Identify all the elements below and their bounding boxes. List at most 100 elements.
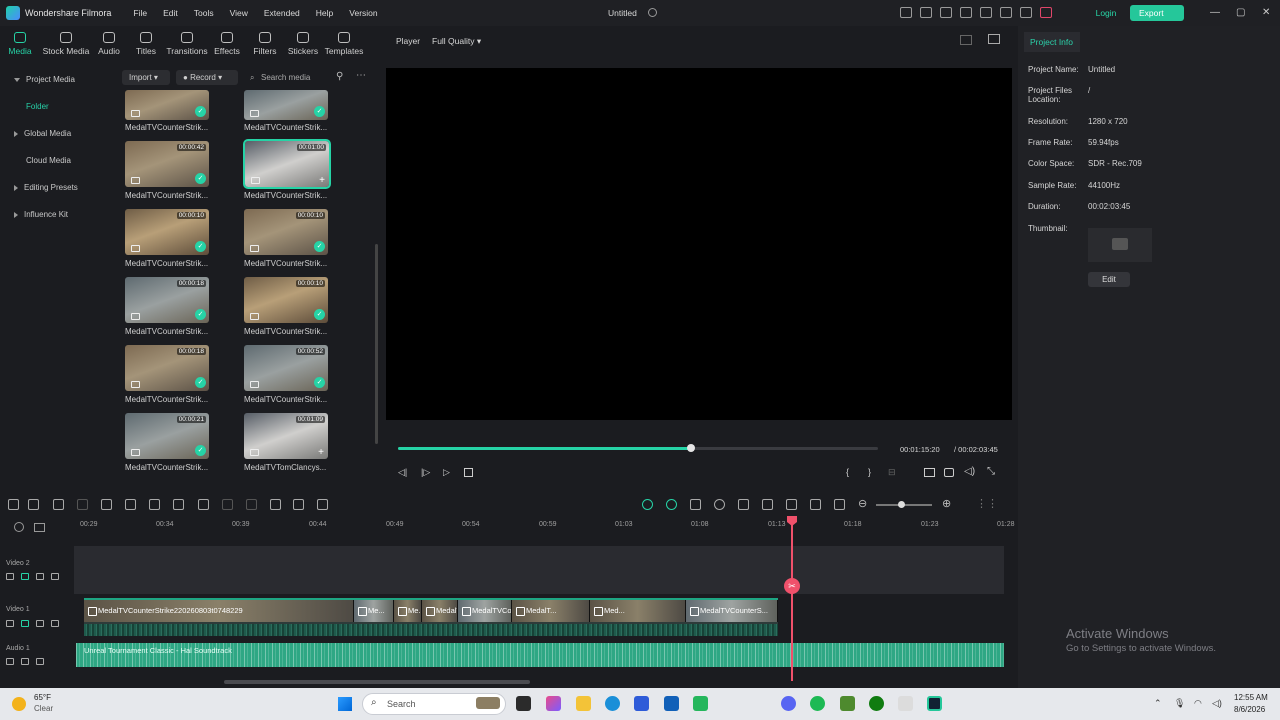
sidebar-item-cloud-media[interactable]: Cloud Media xyxy=(0,151,104,178)
tab-templates[interactable]: Templates xyxy=(322,26,366,66)
menu-extended[interactable]: Extended xyxy=(264,8,300,18)
timeline-clip[interactable]: MedalTVCoun... xyxy=(458,600,512,622)
tab-media[interactable]: Media xyxy=(0,26,40,66)
timeline-scrollbar[interactable] xyxy=(224,680,530,684)
weather-icon[interactable] xyxy=(12,697,26,711)
media-thumbnail[interactable]: 00:00:10 ✓ xyxy=(244,277,328,323)
ai-icon[interactable] xyxy=(270,499,281,510)
more-tools-icon[interactable] xyxy=(317,499,328,510)
sidebar-item-folder[interactable]: Folder xyxy=(0,97,104,124)
add-icon[interactable]: + xyxy=(318,447,324,458)
speaker-icon[interactable]: ◁) xyxy=(1212,698,1222,709)
camera-icon[interactable] xyxy=(944,468,954,477)
menu-view[interactable]: View xyxy=(230,8,248,18)
add-icon[interactable]: + xyxy=(319,175,325,186)
mute-icon[interactable] xyxy=(36,658,44,665)
delete-icon[interactable] xyxy=(101,499,112,510)
eye-icon[interactable] xyxy=(36,573,44,580)
folder-icon[interactable] xyxy=(6,573,14,580)
media-thumbnail[interactable]: ✓ xyxy=(125,90,209,120)
undo-icon[interactable] xyxy=(53,499,64,510)
eye-icon[interactable] xyxy=(36,620,44,627)
caption-icon[interactable] xyxy=(834,499,845,510)
mic-icon[interactable] xyxy=(762,499,773,510)
wifi-icon[interactable]: ◠ xyxy=(1194,698,1202,709)
tab-effects[interactable]: Effects xyxy=(208,26,246,66)
scissors-icon[interactable]: ✂ xyxy=(784,578,800,594)
discord-icon[interactable] xyxy=(781,696,796,711)
stop-icon[interactable] xyxy=(464,468,473,477)
insert-icon[interactable]: ⊟ xyxy=(888,467,896,478)
fullscreen-icon[interactable]: ⤡ xyxy=(987,466,995,477)
media-thumbnail[interactable]: 00:01:00 + xyxy=(243,139,331,189)
tab-audio[interactable]: Audio xyxy=(92,26,126,66)
store-icon[interactable] xyxy=(634,696,649,711)
zoom-in-icon[interactable]: ⊕ xyxy=(942,497,951,510)
add-track-icon[interactable] xyxy=(34,523,45,532)
sidebar-item-influence-kit[interactable]: Influence Kit xyxy=(0,205,104,232)
menu-tools[interactable]: Tools xyxy=(194,8,214,18)
maximize-icon[interactable]: ▢ xyxy=(1236,7,1245,18)
auto-ripple-icon[interactable] xyxy=(642,499,653,510)
grid-view-icon[interactable]: ⋮⋮ xyxy=(976,497,998,510)
folder-icon[interactable] xyxy=(6,620,14,627)
menu-edit[interactable]: Edit xyxy=(163,8,178,18)
display-icon[interactable] xyxy=(924,468,935,477)
progress-knob[interactable] xyxy=(686,444,695,452)
minecraft-icon[interactable] xyxy=(840,696,855,711)
tab-titles[interactable]: Titles xyxy=(126,26,166,66)
media-thumbnail[interactable]: ✓ xyxy=(244,90,328,120)
search-media-input[interactable]: Search media xyxy=(247,71,327,85)
media-thumbnail[interactable]: 00:00:21 ✓ xyxy=(125,413,209,459)
play-icon[interactable]: ▷ xyxy=(443,467,450,478)
start-icon[interactable] xyxy=(338,697,352,711)
cloud-icon[interactable] xyxy=(980,7,992,18)
app-icon[interactable] xyxy=(693,696,708,711)
zoom-out-icon[interactable]: ⊖ xyxy=(858,497,867,510)
sidebar-item-project-media[interactable]: Project Media xyxy=(0,70,104,97)
split-icon[interactable] xyxy=(125,499,136,510)
video-2-track[interactable] xyxy=(74,546,1004,594)
video-1-track[interactable]: MedalTVCounterStrike220260803t0748229 Me… xyxy=(84,598,778,636)
timeline-clip[interactable]: MedalT... xyxy=(512,600,590,622)
media-thumbnail[interactable]: 00:00:18 ✓ xyxy=(125,277,209,323)
save-icon[interactable] xyxy=(960,7,972,18)
export-button[interactable]: Export xyxy=(1130,5,1184,21)
select-tool-icon[interactable] xyxy=(28,499,39,510)
audio-clip[interactable]: Unreal Tournament Classic - Hal Soundtra… xyxy=(76,643,1004,667)
media-thumbnail[interactable]: 00:00:52 ✓ xyxy=(244,345,328,391)
chevron-up-icon[interactable]: ⌃ xyxy=(1154,698,1162,709)
spotify-icon[interactable] xyxy=(810,696,825,711)
login-button[interactable]: Login xyxy=(1090,5,1122,21)
shield-icon[interactable] xyxy=(738,499,749,510)
folder-icon[interactable] xyxy=(6,658,14,665)
mute-icon[interactable] xyxy=(51,620,59,627)
mixer-icon[interactable] xyxy=(786,499,797,510)
mute-icon[interactable] xyxy=(51,573,59,580)
video-preview[interactable] xyxy=(386,68,1012,420)
media-scrollbar[interactable] xyxy=(375,244,378,444)
support-icon[interactable] xyxy=(1000,7,1012,18)
edit-thumbnail-button[interactable]: Edit xyxy=(1088,272,1130,287)
menu-file[interactable]: File xyxy=(133,8,147,18)
snap-icon[interactable] xyxy=(666,499,677,510)
tab-stickers[interactable]: Stickers xyxy=(284,26,322,66)
mark-out-icon[interactable]: } xyxy=(868,467,871,477)
media-thumbnail[interactable]: 00:00:18 ✓ xyxy=(125,345,209,391)
redo-icon[interactable] xyxy=(77,499,88,510)
close-icon[interactable]: ✕ xyxy=(1262,7,1270,18)
tab-project-info[interactable]: Project Info xyxy=(1024,32,1080,52)
layout-icon[interactable] xyxy=(960,35,972,45)
copilot-icon[interactable] xyxy=(546,696,561,711)
render-icon[interactable] xyxy=(690,499,701,510)
media-thumbnail[interactable]: 00:00:10 ✓ xyxy=(244,209,328,255)
minimize-icon[interactable]: — xyxy=(1210,7,1220,18)
timeline-clip[interactable]: MedalT... xyxy=(422,600,458,622)
keyframe-icon[interactable] xyxy=(293,499,304,510)
crop-icon[interactable] xyxy=(149,499,160,510)
task-view-icon[interactable] xyxy=(516,696,531,711)
app-icon[interactable] xyxy=(898,696,913,711)
sidebar-item-global-media[interactable]: Global Media xyxy=(0,124,104,151)
record-button[interactable]: ● Record ▾ xyxy=(176,70,238,85)
volume-icon[interactable] xyxy=(21,658,29,665)
